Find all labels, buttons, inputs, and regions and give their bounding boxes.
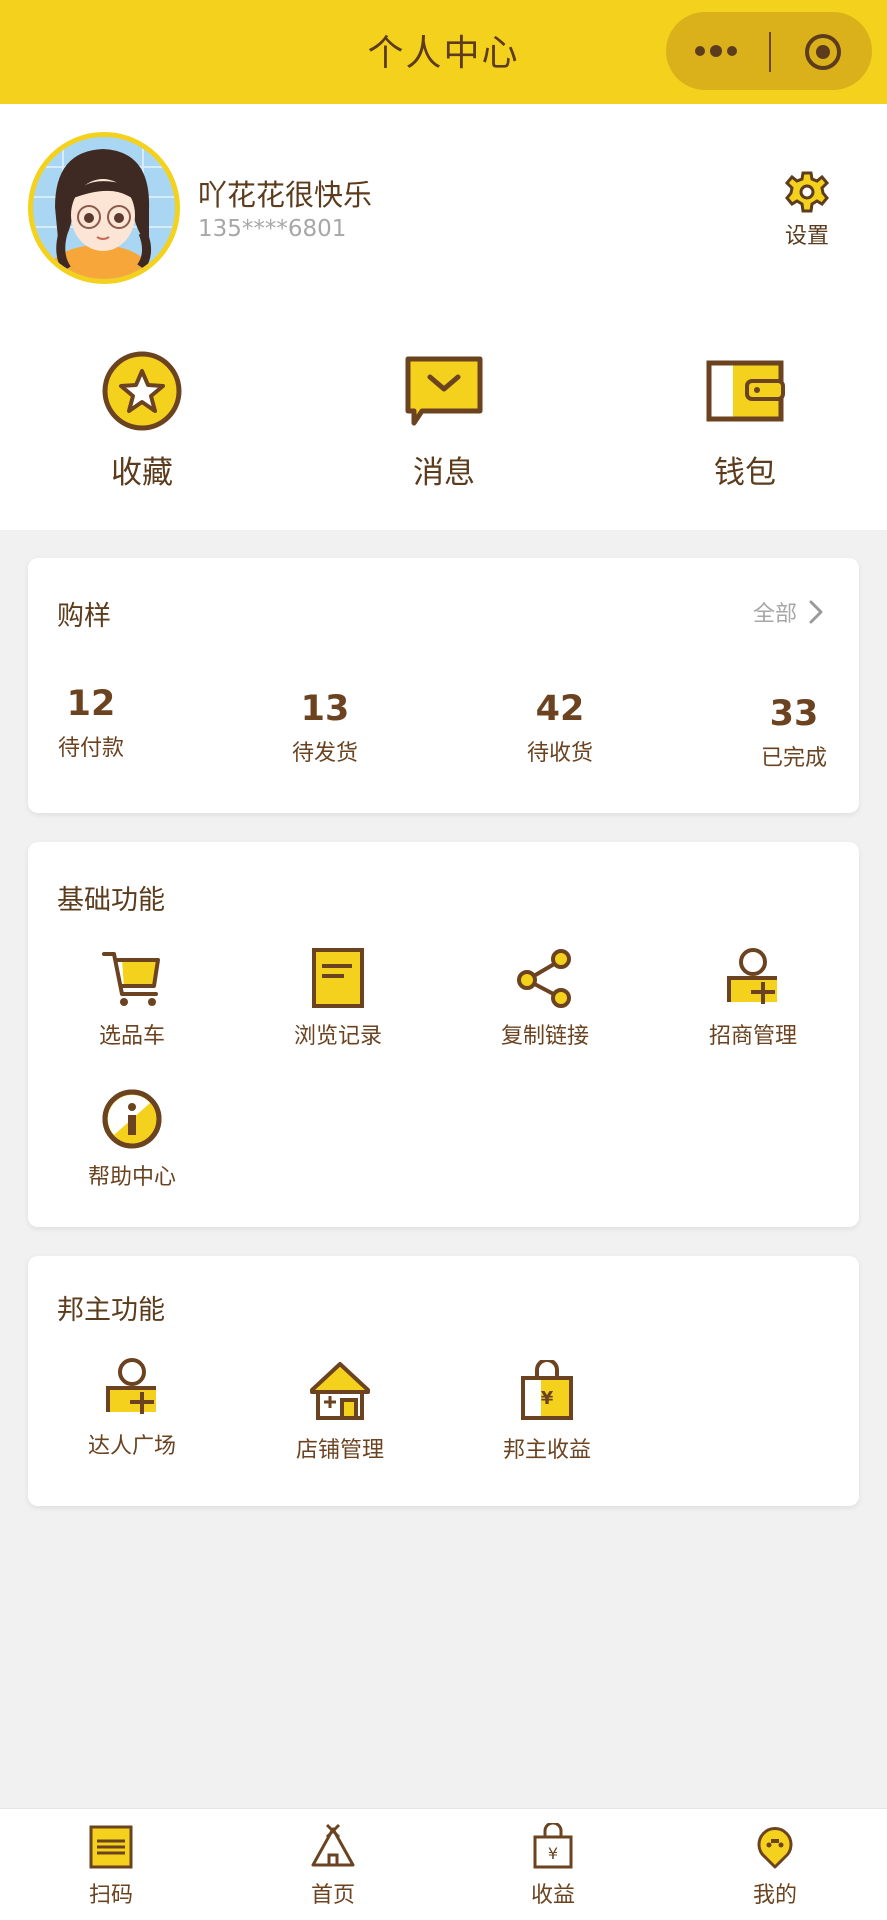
- svg-text:¥: ¥: [548, 1844, 558, 1863]
- user-add-icon: [100, 1356, 164, 1420]
- user-add-icon: [721, 946, 785, 1010]
- stat-pending-receipt[interactable]: 42 待收货: [500, 689, 620, 767]
- user-phone: 135****6801: [198, 216, 347, 242]
- stat-count: 13: [300, 689, 350, 729]
- tab-scan[interactable]: 扫码: [56, 1823, 166, 1909]
- basic-functions-title: 基础功能: [57, 885, 165, 916]
- copy-link-button[interactable]: 复制链接: [470, 946, 620, 1050]
- gear-icon: [785, 170, 829, 214]
- history-icon: [306, 946, 370, 1010]
- function-label: 浏览记录: [293, 1024, 382, 1049]
- see-all-link[interactable]: 全部: [753, 596, 823, 628]
- quick-action-label: 消息: [413, 455, 475, 491]
- store-icon: [308, 1360, 372, 1424]
- basic-functions-card: 基础功能 选品车 浏览记录 复制链接 招商管理 帮助中心: [28, 842, 859, 1227]
- target-icon[interactable]: [803, 32, 843, 72]
- earnings-icon: ¥: [529, 1823, 577, 1871]
- function-label: 招商管理: [708, 1024, 797, 1049]
- user-name: 吖花花很快乐: [198, 178, 373, 212]
- stat-count: 33: [769, 694, 819, 734]
- function-label: 选品车: [98, 1024, 165, 1049]
- more-dots-icon[interactable]: [694, 39, 738, 63]
- tab-label: 首页: [310, 1883, 355, 1908]
- store-management-button[interactable]: 店铺管理: [265, 1360, 415, 1464]
- help-center-button[interactable]: 帮助中心: [57, 1087, 207, 1191]
- mini-program-capsule: [666, 12, 872, 90]
- wallet-icon: [703, 349, 787, 433]
- share-icon: [513, 946, 577, 1010]
- tab-label: 收益: [530, 1883, 575, 1908]
- orders-card: 购样 全部 12 待付款 13 待发货 42 待收货 33 已完成: [28, 558, 859, 813]
- scan-icon: [87, 1823, 135, 1871]
- stat-completed[interactable]: 33 已完成: [734, 694, 854, 772]
- function-label: 店铺管理: [295, 1438, 384, 1463]
- nav-header: 个人中心: [0, 0, 887, 104]
- quick-action-label: 钱包: [714, 455, 776, 491]
- function-label: 达人广场: [87, 1434, 176, 1459]
- chevron-right-icon: [809, 600, 823, 624]
- owner-functions-card: 邦主功能 达人广场 店铺管理 ¥ 邦主收益: [28, 1256, 859, 1506]
- talent-square-button[interactable]: 达人广场: [57, 1356, 207, 1460]
- wallet-button[interactable]: 钱包: [665, 349, 825, 492]
- messages-button[interactable]: 消息: [364, 349, 524, 492]
- stat-label: 待收货: [526, 741, 593, 766]
- bottom-tab-bar: 扫码 首页 ¥ 收益 我的: [0, 1808, 887, 1920]
- star-icon: [100, 349, 184, 433]
- stat-label: 待付款: [57, 736, 124, 761]
- favorites-button[interactable]: 收藏: [62, 349, 222, 492]
- function-label: 复制链接: [500, 1024, 589, 1049]
- profile-icon: [751, 1823, 799, 1871]
- stat-count: 42: [535, 689, 585, 729]
- stat-pending-shipment[interactable]: 13 待发货: [265, 689, 385, 767]
- history-button[interactable]: 浏览记录: [263, 946, 413, 1050]
- svg-text:¥: ¥: [541, 1388, 554, 1409]
- cart-icon: [100, 946, 164, 1010]
- stat-pending-payment[interactable]: 12 待付款: [31, 684, 151, 762]
- function-label: 邦主收益: [502, 1438, 591, 1463]
- info-icon: [100, 1087, 164, 1151]
- stat-label: 待发货: [291, 741, 358, 766]
- money-bag-icon: ¥: [515, 1360, 579, 1424]
- stat-count: 12: [66, 684, 116, 724]
- owner-earnings-button[interactable]: ¥ 邦主收益: [472, 1360, 622, 1464]
- settings-button[interactable]: 设置: [776, 170, 838, 250]
- cart-button[interactable]: 选品车: [57, 946, 207, 1050]
- tab-label: 扫码: [88, 1883, 133, 1908]
- avatar[interactable]: [28, 132, 180, 284]
- function-label: 帮助中心: [87, 1165, 176, 1190]
- tab-home[interactable]: 首页: [278, 1823, 388, 1909]
- tab-label: 我的: [752, 1883, 797, 1908]
- capsule-divider: [769, 32, 771, 72]
- settings-label: 设置: [784, 224, 829, 249]
- orders-title: 购样: [57, 601, 111, 632]
- message-icon: [402, 349, 486, 433]
- see-all-label: 全部: [752, 602, 797, 627]
- profile-section: 吖花花很快乐 135****6801 设置 收藏 消息 钱包: [0, 104, 887, 530]
- stat-label: 已完成: [760, 746, 827, 771]
- tab-earnings[interactable]: ¥ 收益: [498, 1823, 608, 1909]
- tab-mine[interactable]: 我的: [720, 1823, 830, 1909]
- merchant-management-button[interactable]: 招商管理: [678, 946, 828, 1050]
- quick-action-label: 收藏: [111, 455, 173, 491]
- owner-functions-title: 邦主功能: [57, 1295, 165, 1326]
- tent-icon: [309, 1823, 357, 1871]
